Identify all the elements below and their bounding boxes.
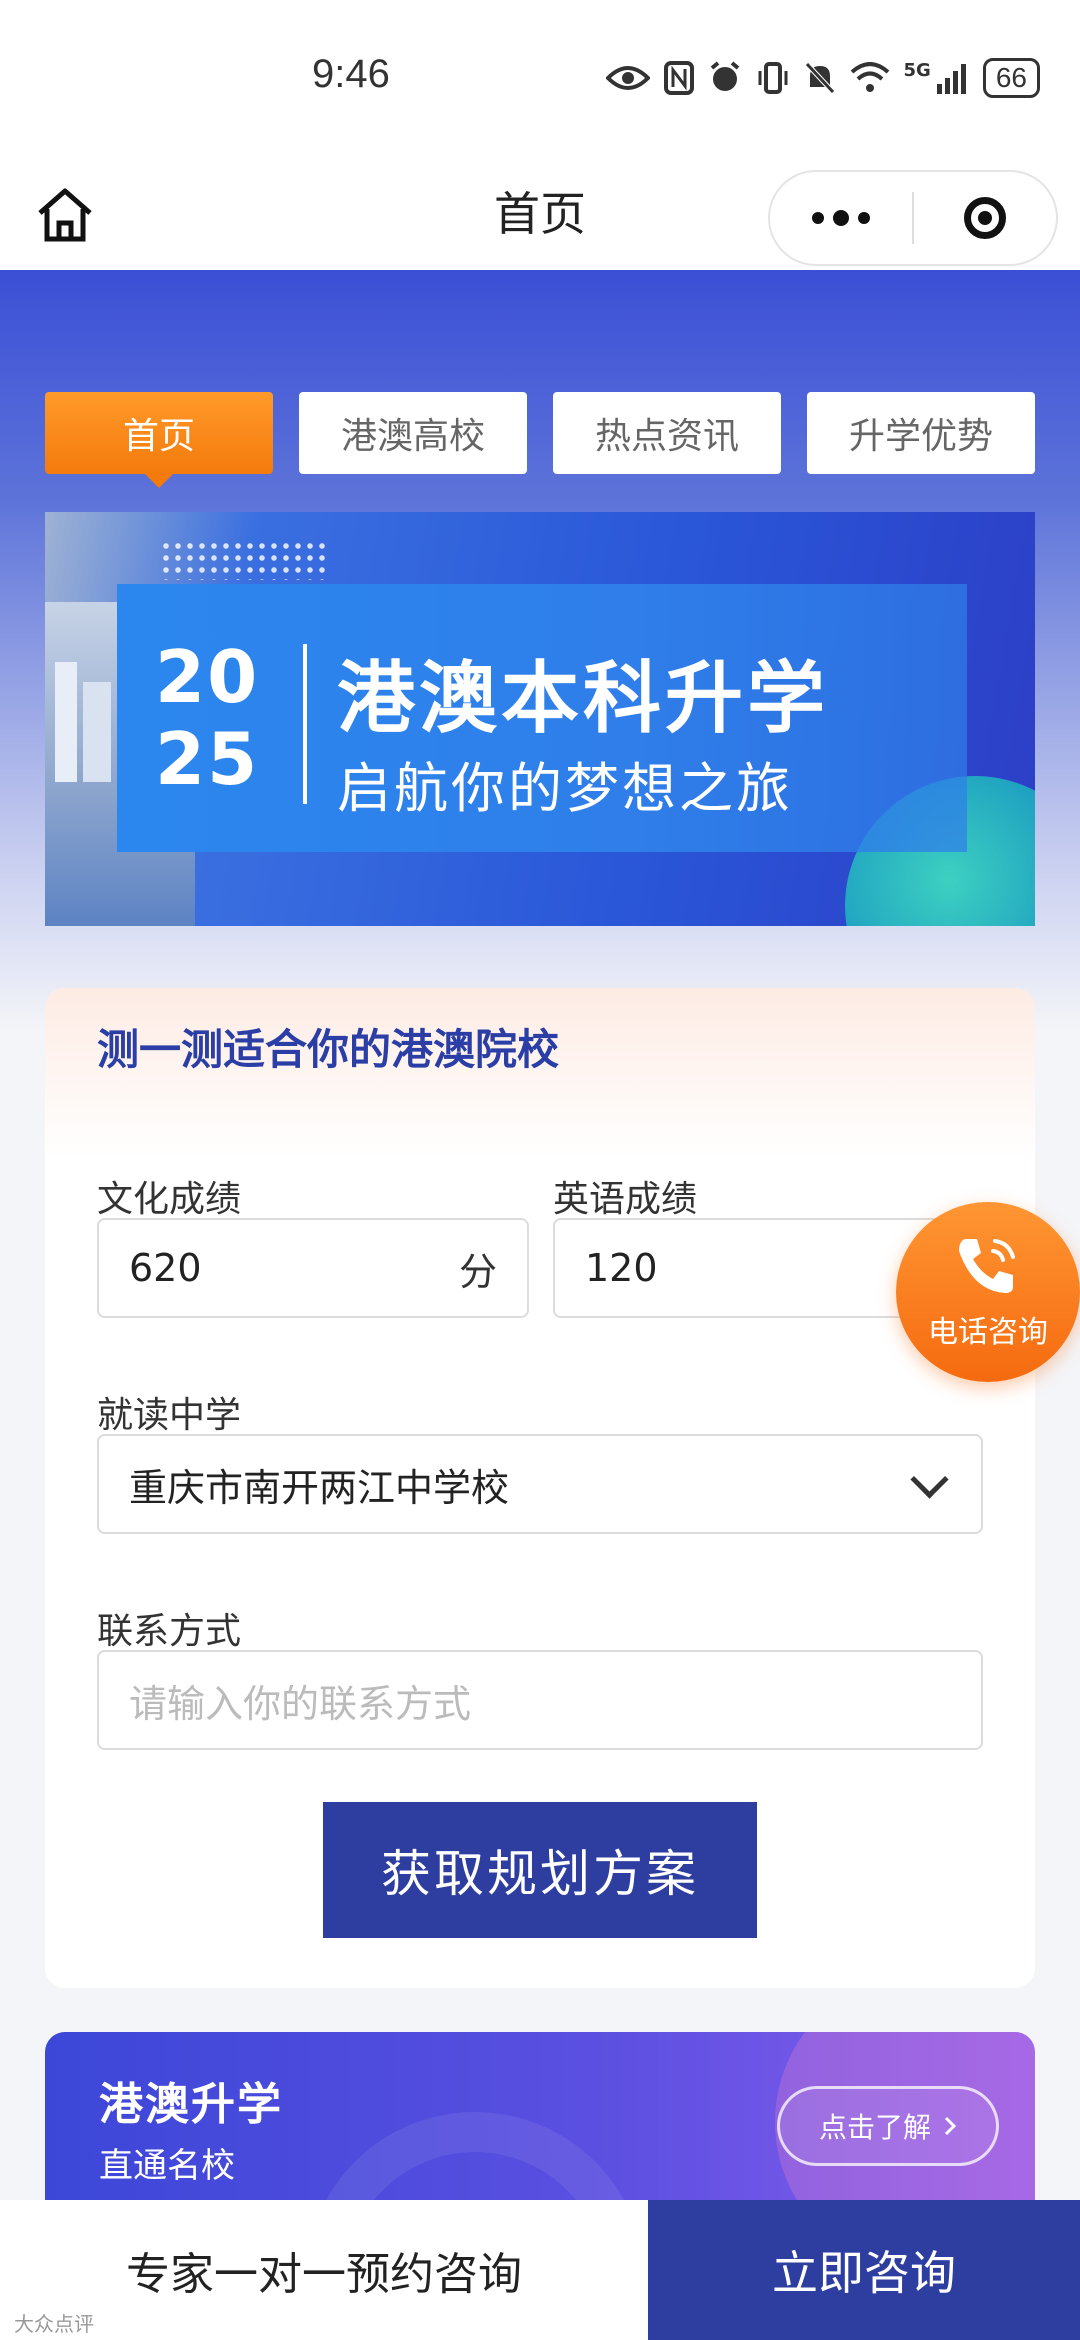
english-label: 英语成绩	[553, 1179, 698, 1220]
contact-input[interactable]: 请输入你的联系方式	[97, 1650, 983, 1750]
status-time: 9:46	[312, 52, 390, 96]
hero-banner[interactable]: 20 25 港澳本科升学 启航你的梦想之旅	[45, 512, 1035, 926]
tab-hk-macau-universities[interactable]: 港澳高校	[299, 392, 527, 474]
phone-consult-label: 电话咨询	[928, 1315, 1048, 1350]
school-label: 就读中学	[97, 1395, 242, 1436]
tab-home[interactable]: 首页	[45, 392, 273, 488]
learn-more-button[interactable]: 点击了解	[777, 2086, 999, 2166]
assessment-form-card: 测一测适合你的港澳院校 文化成绩 620 分 英语成绩 120 就读中学 重庆市…	[45, 988, 1035, 1988]
score-value: 620	[129, 1246, 202, 1290]
mini-program-capsule	[768, 170, 1058, 266]
eye-icon	[605, 66, 650, 90]
banner-divider	[303, 644, 307, 804]
bottom-action-bar: 专家一对一预约咨询 立即咨询	[0, 2200, 1080, 2340]
close-mini-program-button[interactable]	[914, 197, 1056, 239]
banner-subtitle: 启航你的梦想之旅	[337, 757, 793, 820]
more-button[interactable]	[770, 210, 912, 226]
mute-icon	[804, 62, 835, 94]
battery-icon: 66	[982, 58, 1040, 98]
promo-title: 港澳升学	[99, 2079, 283, 2130]
network-label: 5G	[903, 59, 931, 81]
alarm-icon	[710, 61, 739, 91]
contact-label: 联系方式	[97, 1611, 242, 1652]
vibrate-icon	[758, 62, 788, 94]
banner-year: 20 25	[155, 636, 279, 800]
banner-year-top: 20	[155, 635, 260, 719]
expert-appointment-button[interactable]: 专家一对一预约咨询	[0, 2200, 648, 2340]
english-value: 120	[585, 1246, 658, 1290]
school-value: 重庆市南开两江中学校	[129, 1465, 510, 1510]
status-icons: 5G 66	[605, 58, 1040, 98]
wifi-icon	[850, 62, 889, 92]
dot-pattern	[160, 540, 330, 580]
chevron-right-icon	[944, 2116, 957, 2136]
banner-title: 港澳本科升学	[337, 654, 830, 744]
score-label: 文化成绩	[97, 1179, 242, 1220]
consult-now-button[interactable]: 立即咨询	[648, 2200, 1080, 2340]
promo-subtitle: 直通名校	[99, 2146, 235, 2186]
form-title: 测一测适合你的港澳院校	[97, 1025, 560, 1074]
nfc-icon	[663, 61, 694, 95]
score-input[interactable]: 620 分	[97, 1218, 529, 1318]
banner-year-bottom: 25	[155, 717, 260, 801]
get-plan-button[interactable]: 获取规划方案	[323, 1802, 757, 1938]
phone-icon	[959, 1239, 1015, 1293]
watermark: 大众点评	[14, 2312, 94, 2336]
status-bar: 9:46 5G 66	[0, 0, 1080, 160]
school-select[interactable]: 重庆市南开两江中学校	[97, 1434, 983, 1534]
tab-bar: 首页 港澳高校 热点资讯 升学优势	[45, 392, 1035, 488]
contact-placeholder: 请输入你的联系方式	[129, 1681, 472, 1726]
tab-hot-news[interactable]: 热点资讯	[553, 392, 781, 474]
more-icon	[812, 212, 824, 224]
banner-panel: 20 25 港澳本科升学 启航你的梦想之旅	[117, 584, 967, 852]
learn-more-label: 点击了解	[818, 2111, 931, 2144]
score-unit: 分	[458, 1249, 497, 1294]
phone-consult-button[interactable]: 电话咨询	[896, 1202, 1080, 1382]
nav-bar: 首页	[0, 160, 1080, 270]
signal-icon	[936, 64, 966, 94]
close-mini-program-icon	[964, 197, 1006, 239]
chevron-down-icon	[910, 1459, 949, 1499]
tab-admission-advantages[interactable]: 升学优势	[807, 392, 1035, 474]
